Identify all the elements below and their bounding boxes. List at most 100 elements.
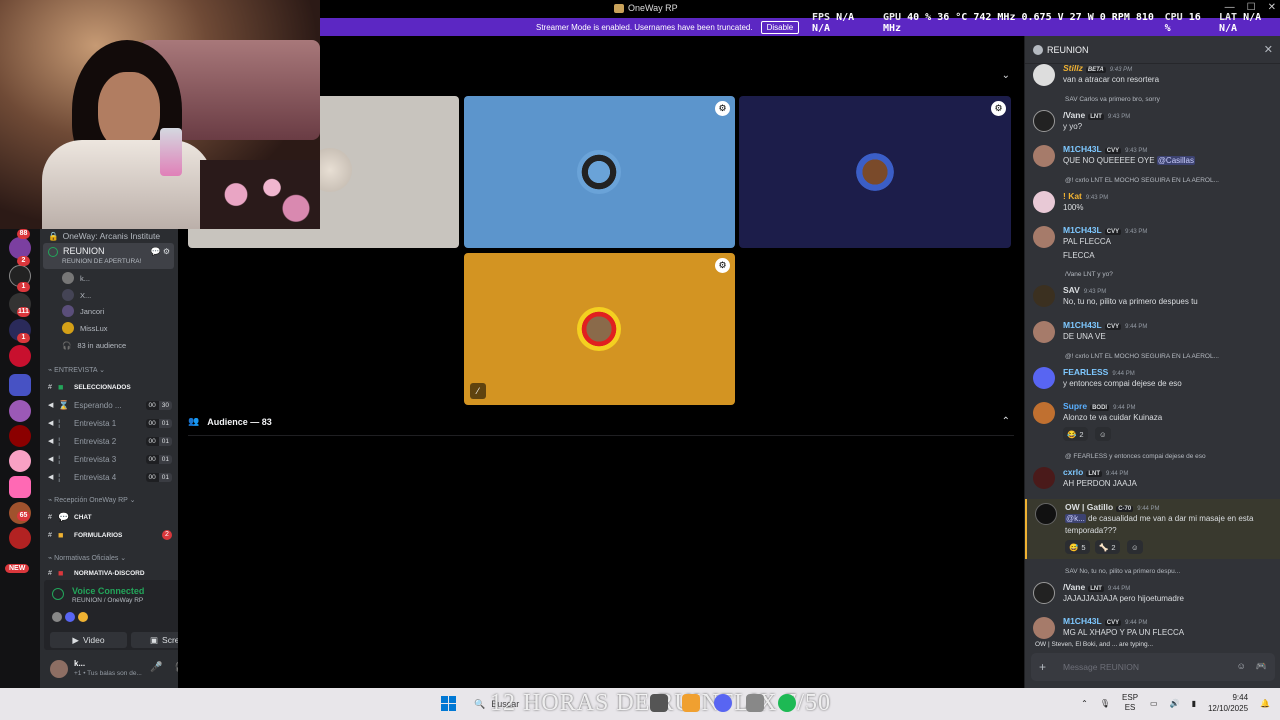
microphone-icon[interactable]: 🎙 bbox=[1100, 699, 1110, 708]
avatar[interactable] bbox=[1035, 503, 1057, 525]
channel-chat[interactable]: # 💬 CHAT bbox=[48, 509, 176, 525]
avatar[interactable] bbox=[52, 612, 62, 622]
reply-preview[interactable]: @! cxrlo LNT EL MOCHO SEGUIRA EN LA AERO… bbox=[1065, 177, 1275, 184]
avatar[interactable] bbox=[65, 612, 75, 622]
message-author[interactable]: /Vane bbox=[1063, 110, 1085, 120]
reply-preview[interactable]: SAV Carlos va primero bro, sorry bbox=[1065, 96, 1275, 103]
spotify-icon[interactable] bbox=[778, 694, 796, 712]
stage-controls-icon[interactable]: 💬 ⚙ bbox=[151, 247, 170, 256]
server-icon[interactable] bbox=[9, 450, 31, 472]
server-icon[interactable] bbox=[9, 345, 31, 367]
avatar[interactable] bbox=[1033, 321, 1055, 343]
message-author[interactable]: M1CH43L bbox=[1063, 144, 1102, 154]
reply-preview[interactable]: @ FEARLESS y entonces compai dejese de e… bbox=[1065, 453, 1275, 460]
avatar[interactable] bbox=[78, 612, 88, 622]
category-recepcion[interactable]: ⌁ Recepción OneWay RP ⌄ bbox=[48, 496, 136, 504]
close-icon[interactable]: ✕ bbox=[1264, 43, 1273, 56]
chat-message[interactable]: SAV Carlos va primero bro, sorry /Vane LN… bbox=[1025, 96, 1280, 136]
user-mention[interactable]: @Casillas bbox=[1156, 156, 1195, 165]
notification-icon[interactable]: 🔔 bbox=[1260, 699, 1270, 708]
add-reaction-button[interactable]: ☺ bbox=[1127, 540, 1143, 554]
reaction[interactable]: 🦴 2 bbox=[1095, 540, 1120, 554]
server-icon[interactable] bbox=[9, 400, 31, 422]
channel-esperando[interactable]: ◀ ⌛ Esperando ... 00 30 bbox=[48, 397, 176, 413]
message-author[interactable]: M1CH43L bbox=[1063, 616, 1102, 626]
avatar[interactable] bbox=[1033, 145, 1055, 167]
channel-entrevista-4[interactable]: ◀ ¦ Entrevista 4 00 01 bbox=[48, 469, 176, 485]
chat-message[interactable]: @ FEARLESS y entonces compai dejese de e… bbox=[1025, 453, 1280, 493]
voice-user[interactable]: X... bbox=[62, 288, 91, 302]
chevron-down-icon[interactable]: ⌄ bbox=[1002, 70, 1010, 81]
chat-message[interactable]: M1CH43L CVY 9:43 PM PAL FLECCA FLECCA bbox=[1025, 224, 1280, 264]
discord-icon[interactable] bbox=[714, 694, 732, 712]
channel-entrevista-3[interactable]: ◀ ¦ Entrevista 3 00 01 bbox=[48, 451, 176, 467]
voice-user[interactable]: MissLux bbox=[62, 321, 108, 335]
plus-icon[interactable]: + bbox=[1039, 660, 1046, 674]
avatar[interactable] bbox=[1033, 226, 1055, 248]
user-name[interactable]: k... bbox=[74, 659, 85, 668]
avatar[interactable] bbox=[1033, 467, 1055, 489]
reaction[interactable]: 😅 5 bbox=[1065, 540, 1090, 554]
emoji-icon[interactable]: ☺ bbox=[1237, 661, 1246, 672]
message-author[interactable]: cxrlo bbox=[1063, 467, 1083, 477]
message-author[interactable]: SAV bbox=[1063, 285, 1080, 295]
server-icon[interactable] bbox=[9, 374, 31, 396]
avatar[interactable] bbox=[1033, 617, 1055, 639]
channel-seleccionados[interactable]: # ■ SELECCIONADOS bbox=[48, 379, 176, 395]
message-author[interactable]: ! Kat bbox=[1063, 191, 1082, 201]
speaker-tile[interactable]: ⚙ ⁄ bbox=[464, 253, 735, 405]
video-button[interactable]: ▶ Video bbox=[50, 632, 127, 648]
voice-status[interactable]: Voice Connected bbox=[72, 586, 144, 596]
avatar[interactable] bbox=[1033, 110, 1055, 132]
language-indicator[interactable]: ESP ES bbox=[1122, 693, 1138, 713]
chat-message[interactable]: @! cxrlo LNT EL MOCHO SEGUIRA EN LA AERO… bbox=[1025, 177, 1280, 217]
clock[interactable]: 9:44 12/10/2025 bbox=[1208, 692, 1248, 714]
avatar[interactable] bbox=[1033, 191, 1055, 213]
add-reaction-button[interactable]: ☺ bbox=[1095, 427, 1111, 441]
reply-preview[interactable]: SAV No, tu no, pilito va primero despu..… bbox=[1065, 568, 1275, 575]
volume-icon[interactable]: 🔊 bbox=[1170, 699, 1180, 708]
speaker-tile[interactable]: ⚙ bbox=[464, 96, 735, 248]
avatar[interactable] bbox=[1033, 582, 1055, 604]
message-author[interactable]: /Vane bbox=[1063, 582, 1085, 592]
server-name[interactable]: 🔒 OneWay: Arcanis Institute bbox=[48, 229, 160, 243]
gamepad-icon[interactable]: 🎮 bbox=[1256, 661, 1267, 672]
chat-message[interactable]: SAV No, tu no, pilito va primero despu..… bbox=[1025, 568, 1280, 608]
speaker-tile[interactable]: ⚙ bbox=[739, 96, 1011, 248]
chat-message[interactable]: Supre BODI 9:44 PM Alonzo te va cuidar Kui… bbox=[1025, 400, 1280, 444]
chat-message[interactable]: M1CH43L CVY 9:44 PM MG AL XHAPO Y PA UN FL… bbox=[1025, 615, 1280, 641]
network-icon[interactable]: ▭ bbox=[1150, 699, 1158, 708]
chevron-up-icon[interactable]: ⌃ bbox=[1002, 416, 1010, 427]
reply-preview[interactable]: /Vane LNT y yo? bbox=[1065, 271, 1275, 278]
app-icon[interactable] bbox=[650, 694, 668, 712]
avatar[interactable] bbox=[1033, 285, 1055, 307]
chat-message[interactable]: @! cxrlo LNT EL MOCHO SEGUIRA EN LA AERO… bbox=[1025, 353, 1280, 393]
voice-user[interactable]: k... bbox=[62, 271, 90, 285]
server-icon[interactable] bbox=[9, 527, 31, 549]
battery-icon[interactable]: ▮ bbox=[1192, 699, 1196, 708]
message-input[interactable]: + Message REUNION ☺ 🎮 bbox=[1031, 653, 1275, 681]
audience-count[interactable]: 🎧 83 in audience bbox=[62, 338, 126, 352]
chat-message-mention[interactable]: OW | Gatillo C-70 9:44 PM @k... de casuali… bbox=[1025, 499, 1280, 559]
avatar[interactable] bbox=[1033, 402, 1055, 424]
user-mention[interactable]: @k... bbox=[1065, 514, 1086, 523]
disable-streamer-button[interactable]: Disable bbox=[760, 20, 800, 34]
channel-entrevista-1[interactable]: ◀ ¦ Entrevista 1 00 01 bbox=[48, 415, 176, 431]
message-author[interactable]: Supre bbox=[1063, 401, 1087, 411]
server-icon[interactable] bbox=[9, 425, 31, 447]
chat-message[interactable]: M1CH43L CVY 9:43 PM QUE NO QUEEEEE OYE @Ca… bbox=[1025, 143, 1280, 169]
chat-message[interactable]: M1CH43L CVY 9:44 PM DE UNA VE bbox=[1025, 319, 1280, 345]
message-author[interactable]: M1CH43L bbox=[1063, 225, 1102, 235]
avatar[interactable] bbox=[1033, 64, 1055, 86]
channel-formularios[interactable]: # ■ FORMULARIOS 2 bbox=[48, 527, 176, 543]
reaction[interactable]: 😂 2 bbox=[1063, 427, 1088, 441]
message-author[interactable]: M1CH43L bbox=[1063, 320, 1102, 330]
message-author[interactable]: FEARLESS bbox=[1063, 367, 1108, 377]
voice-location[interactable]: REUNION / OneWay RP bbox=[72, 597, 143, 604]
channel-normativa-discord[interactable]: # ■ NORMATIVA-DISCORD bbox=[48, 567, 176, 579]
message-author[interactable]: OW | Gatillo bbox=[1065, 502, 1113, 512]
chat-message[interactable]: /Vane LNT y yo? SAV 9:43 PM No, tu no, pi… bbox=[1025, 271, 1280, 311]
chevron-up-icon[interactable]: ⌃ bbox=[1081, 699, 1088, 708]
voice-user[interactable]: Jancori bbox=[62, 304, 104, 318]
server-icon[interactable] bbox=[9, 476, 31, 498]
